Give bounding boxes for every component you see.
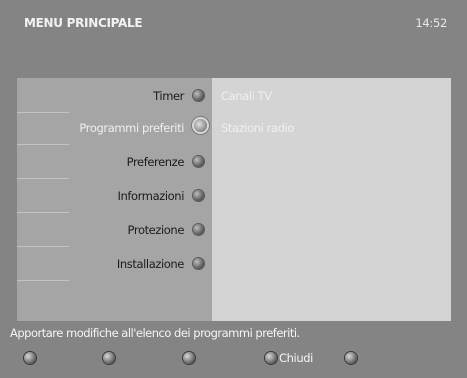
ok-button-icon bbox=[345, 352, 357, 364]
submenu-item-stazioni-radio[interactable]: Stazioni radio bbox=[221, 121, 294, 135]
header: MENU PRINCIPALE 14:52 bbox=[0, 0, 467, 56]
menu-divider bbox=[17, 144, 69, 145]
red-button-icon bbox=[24, 352, 36, 364]
status-hint: Apportare modifiche all'elenco dei progr… bbox=[10, 326, 300, 340]
menu-divider bbox=[17, 212, 69, 213]
knob-icon bbox=[193, 90, 204, 101]
yellow-button-icon bbox=[183, 352, 195, 364]
menu-item-timer[interactable]: Timer bbox=[17, 86, 212, 106]
main-menu: Timer Programmi preferiti Preferenze Inf… bbox=[17, 78, 212, 321]
knob-icon bbox=[193, 190, 204, 201]
menu-item-programmi-preferiti[interactable]: Programmi preferiti bbox=[17, 118, 212, 138]
menu-item-preferenze[interactable]: Preferenze bbox=[17, 152, 212, 172]
menu-item-label: Preferenze bbox=[126, 155, 185, 169]
page-title: MENU PRINCIPALE bbox=[24, 16, 143, 30]
menu-panel: Timer Programmi preferiti Preferenze Inf… bbox=[17, 78, 451, 321]
close-button-label: Chiudi bbox=[279, 351, 313, 365]
submenu-item-canali-tv[interactable]: Canali TV bbox=[221, 89, 272, 103]
submenu: Canali TV Stazioni radio bbox=[212, 78, 451, 321]
menu-divider bbox=[17, 112, 69, 113]
menu-item-protezione[interactable]: Protezione bbox=[17, 220, 212, 240]
menu-item-installazione[interactable]: Installazione bbox=[17, 254, 212, 274]
menu-divider bbox=[17, 280, 69, 281]
menu-divider bbox=[17, 246, 69, 247]
tv-menu-screen: MENU PRINCIPALE 14:52 Timer Programmi pr… bbox=[0, 0, 467, 378]
menu-item-label: Timer bbox=[153, 89, 184, 103]
menu-item-informazioni[interactable]: Informazioni bbox=[17, 186, 212, 206]
menu-item-label: Protezione bbox=[127, 223, 185, 237]
menu-divider bbox=[17, 178, 69, 179]
clock: 14:52 bbox=[415, 16, 447, 30]
knob-icon bbox=[193, 258, 204, 269]
color-buttons-bar: Chiudi bbox=[0, 344, 467, 374]
menu-item-label: Informazioni bbox=[117, 189, 185, 203]
knob-icon bbox=[193, 224, 204, 235]
knob-icon bbox=[193, 156, 204, 167]
menu-item-label: Programmi preferiti bbox=[79, 121, 184, 135]
blue-button-icon bbox=[265, 352, 277, 364]
knob-ring-icon bbox=[194, 119, 207, 132]
green-button-icon bbox=[103, 352, 115, 364]
menu-item-label: Installazione bbox=[116, 257, 185, 271]
